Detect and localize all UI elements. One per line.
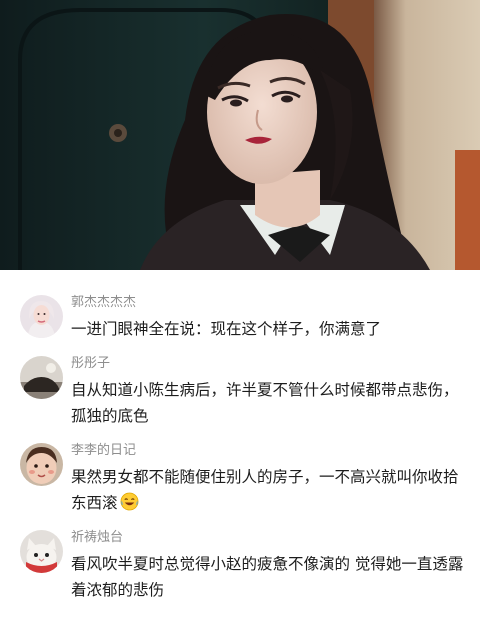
comment-username[interactable]: 祈祷烛台: [71, 529, 480, 547]
comment-username[interactable]: 彤彤子: [71, 355, 480, 373]
comment-text: 一进门眼神全在说：现在这个样子，你满意了: [71, 320, 382, 338]
avatar[interactable]: [20, 530, 63, 573]
video-still-image: [0, 0, 480, 270]
laughing-crying-emoji-icon: [120, 492, 139, 511]
comment-username[interactable]: 李李的日记: [71, 442, 480, 460]
comment-list: 郭杰杰杰杰 一进门眼神全在说：现在这个样子，你满意了 彤彤子 自从知道小陈生病后…: [0, 270, 480, 640]
hero-image: [0, 0, 480, 270]
comment-username[interactable]: 郭杰杰杰杰: [71, 294, 480, 312]
comment-item[interactable]: 李李的日记 果然男女都不能随便住别人的房子，一不高兴就叫你收拾东西滚: [0, 442, 480, 516]
user-avatar-image: [20, 295, 63, 338]
comment-text: 看风吹半夏时总觉得小赵的疲惫不像演的 觉得她一直透露着浓郁的悲伤: [71, 555, 464, 599]
avatar[interactable]: [20, 356, 63, 399]
user-avatar-image: [20, 356, 63, 399]
comment-item[interactable]: 郭杰杰杰杰 一进门眼神全在说：现在这个样子，你满意了: [0, 294, 480, 342]
user-avatar-image: [20, 443, 63, 486]
comment-item[interactable]: 彤彤子 自从知道小陈生病后，许半夏不管什么时候都带点悲伤，孤独的底色: [0, 355, 480, 429]
avatar[interactable]: [20, 295, 63, 338]
comment-item[interactable]: 祈祷烛台 看风吹半夏时总觉得小赵的疲惫不像演的 觉得她一直透露着浓郁的悲伤: [0, 529, 480, 603]
user-avatar-image: [20, 530, 63, 573]
avatar[interactable]: [20, 443, 63, 486]
comment-text: 自从知道小陈生病后，许半夏不管什么时候都带点悲伤，孤独的底色: [71, 381, 459, 425]
comment-text: 果然男女都不能随便住别人的房子，一不高兴就叫你收拾东西滚: [71, 468, 459, 512]
